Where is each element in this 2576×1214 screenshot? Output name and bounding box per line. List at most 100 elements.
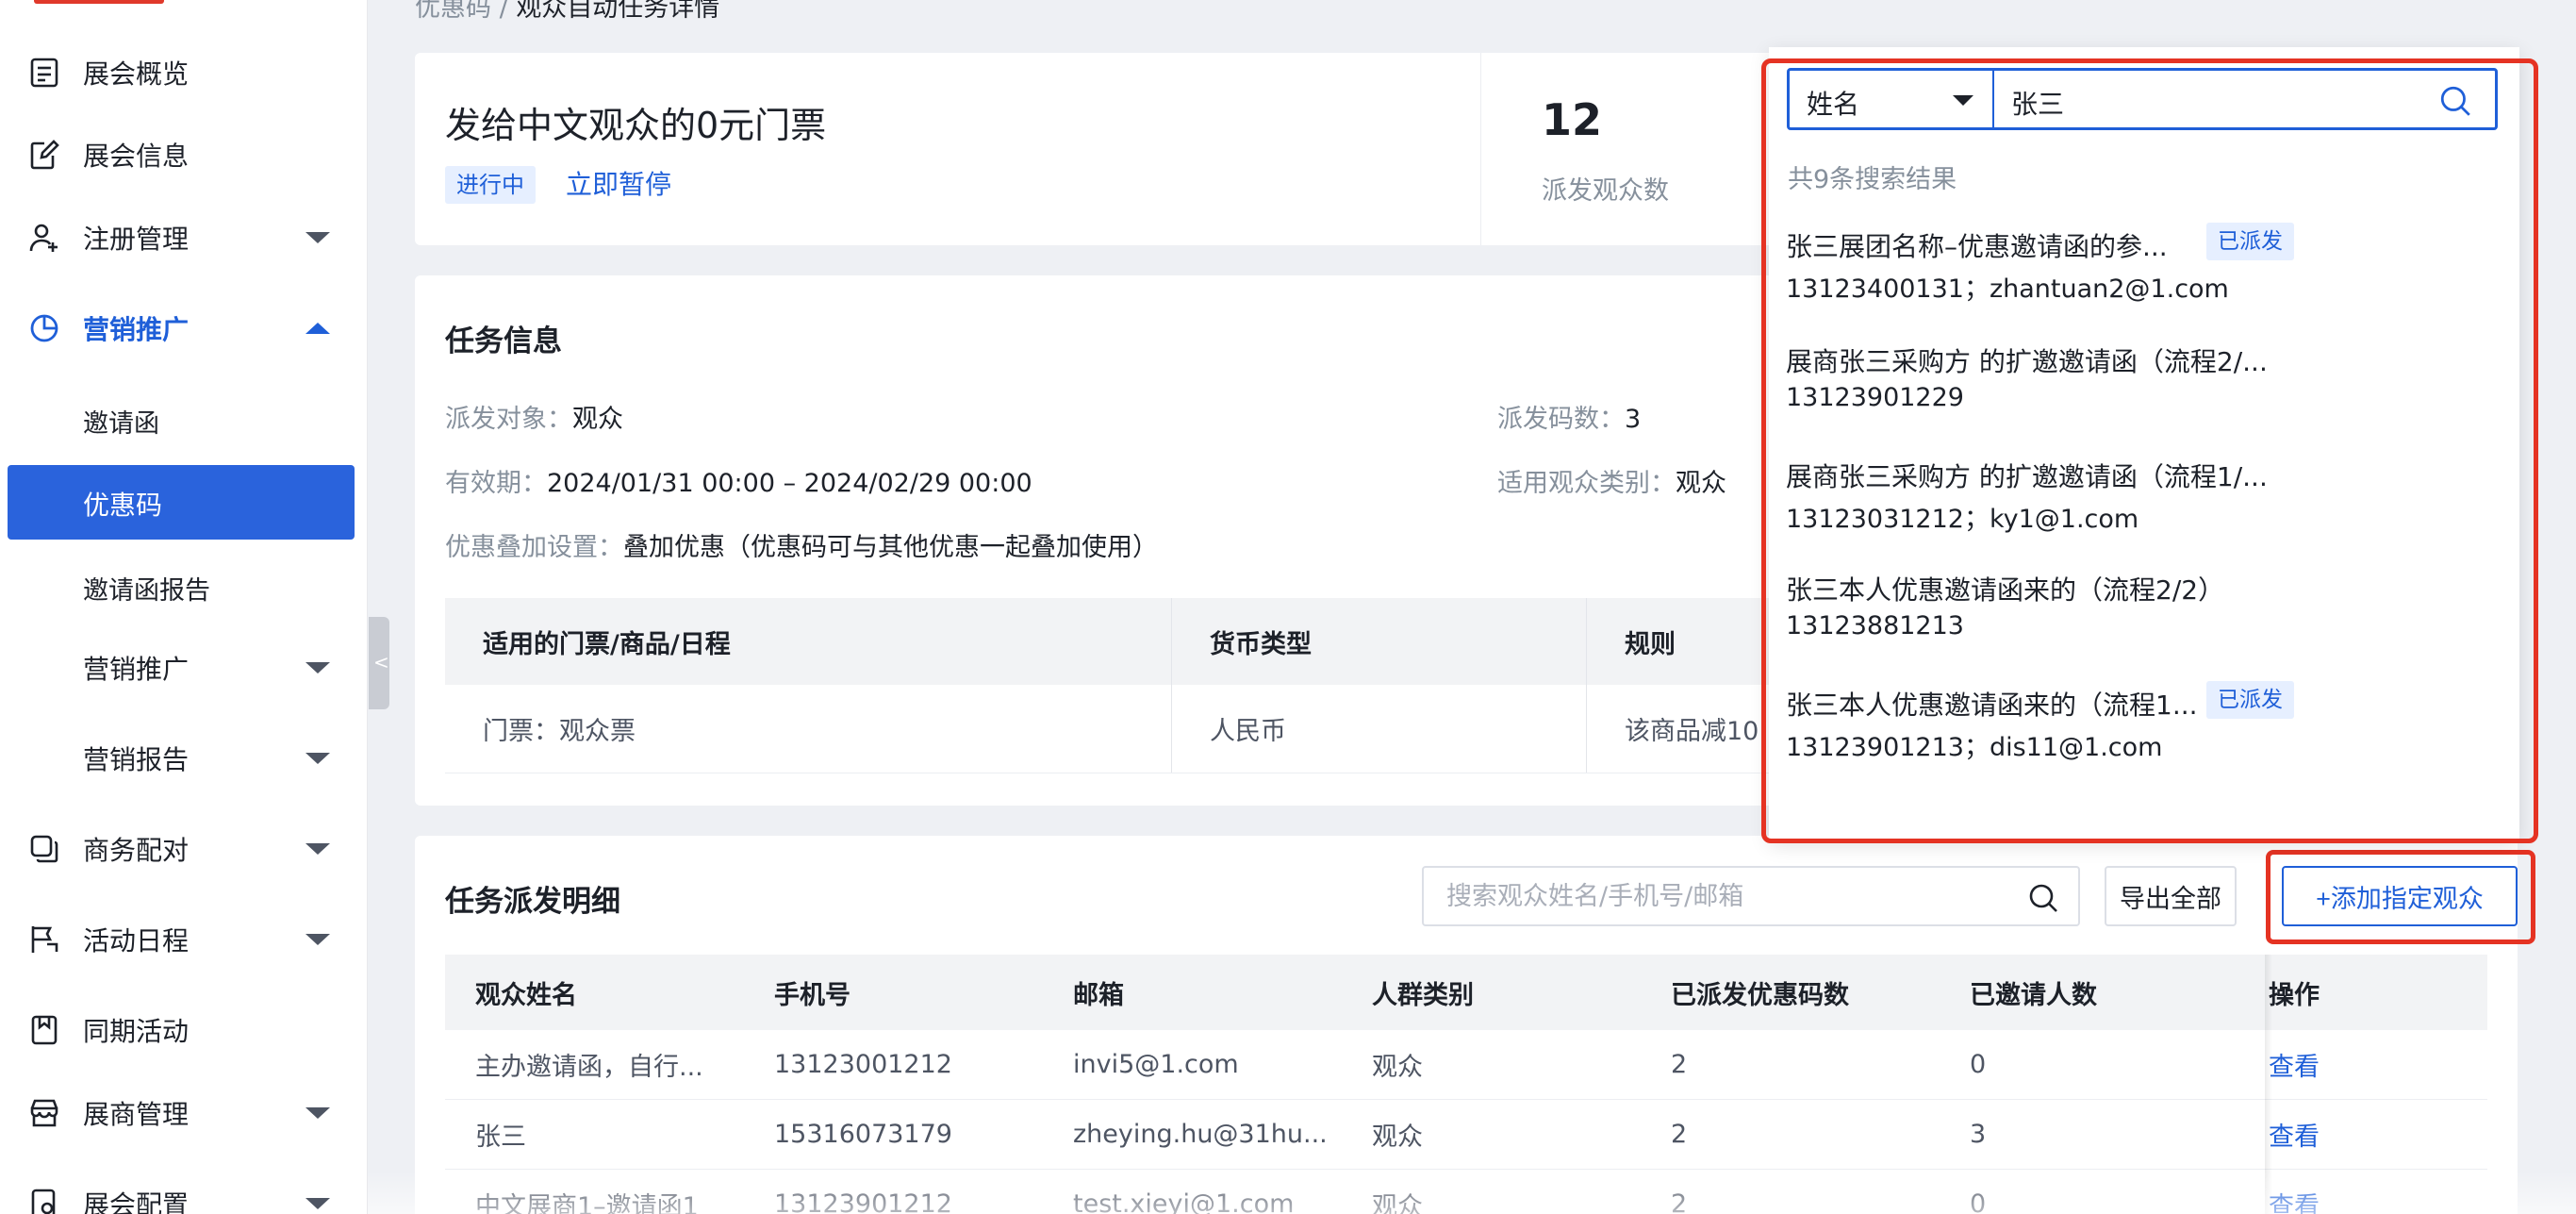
distribution-detail-card: 任务派发明细 导出全部 +添加指定观众 观众姓名 手机号 邮箱 人群类别 已派发… [415,836,2518,1214]
info-target: 派发对象：观众 [445,398,623,435]
chevron-left-icon: < [373,651,389,674]
audience-search-field[interactable] [1422,866,2080,926]
pause-link[interactable]: 立即暂停 [566,166,671,204]
breadcrumb-current: 观众自动任务详情 [516,0,720,23]
column-header: 已派发优惠码数 [1671,980,1849,1010]
table-row: 中文展商1–邀请函1 13123901212 test.xieyi@1.com … [445,1170,2487,1214]
view-link[interactable]: 查看 [2269,1030,2320,1099]
column-divider [1171,685,1172,773]
table-cell: invi5@1.com [1073,1050,1239,1079]
sidebar-item-label: 注册管理 [83,224,190,255]
column-header: 手机号 [774,980,850,1010]
table-cell: 观众 [1372,1192,1423,1214]
view-link[interactable]: 查看 [2269,1100,2320,1169]
sidebar-subitem-coupon[interactable]: 优惠码 [8,465,355,540]
info-key: 有效期： [445,469,547,498]
sidebar-item-label: 展会信息 [83,141,190,172]
info-key: 派发对象： [445,405,572,434]
distributed-count-label: 派发观众数 [1542,176,1669,206]
table-cell: 门票：观众票 [483,717,636,746]
chevron-down-icon[interactable] [305,232,330,243]
chevron-down-icon[interactable] [305,662,330,674]
sidebar-subitem-promotion[interactable]: 营销推广 [0,630,368,706]
sidebar-item-label: 营销推广 [83,314,190,345]
table-cell: 人民币 [1210,717,1286,746]
table-cell: 0 [1970,1050,1987,1079]
column-header: 规则 [1625,629,1676,659]
table-cell: 13123001212 [774,1050,952,1079]
sidebar-item-concurrent[interactable]: 同期活动 [0,992,368,1068]
search-icon[interactable] [2027,882,2059,914]
table-header: 观众姓名 手机号 邮箱 人群类别 已派发优惠码数 已邀请人数 操作 [445,955,2487,1030]
info-key: 适用观众类别： [1497,469,1676,498]
column-divider [1171,598,1172,685]
column-header: 观众姓名 [475,980,577,1010]
info-value: 叠加优惠（优惠码可与其他优惠一起叠加使用） [623,533,1158,562]
pie-chart-icon [30,314,58,342]
sidebar: 展会概览 展会信息 注册管理 营销推广 邀请函 优惠码 邀请函报告 营销推广 营… [0,0,368,1214]
chevron-down-icon[interactable] [305,1198,330,1209]
info-code-count: 派发码数：3 [1497,398,1641,435]
column-header: 适用的门票/商品/日程 [483,629,731,659]
chevron-down-icon[interactable] [305,753,330,764]
table-cell: 2 [1671,1189,1688,1214]
annotation-highlight-box [2266,850,2535,944]
table-cell: 13123901212 [774,1189,952,1214]
table-row: 主办邀请函，自行... 13123001212 invi5@1.com 观众 2… [445,1030,2487,1100]
table-cell: 观众 [1372,1053,1423,1082]
info-key: 优惠叠加设置： [445,533,623,562]
sidebar-item-exhibitors[interactable]: 展商管理 [0,1075,368,1151]
sidebar-subitem-invitation-report[interactable]: 邀请函报告 [83,570,210,607]
info-value: 2024/01/31 00:00 – 2024/02/29 00:00 [547,469,1032,498]
chevron-down-icon[interactable] [305,843,330,855]
audience-search-input[interactable] [1446,875,2012,917]
chevron-down-icon[interactable] [305,1107,330,1119]
sidebar-item-matching[interactable]: 商务配对 [0,811,368,887]
copy-icon [30,835,58,863]
sidebar-collapse-handle[interactable]: < [369,617,389,709]
table-cell: test.xieyi@1.com [1073,1189,1295,1214]
bookmark-icon [31,1015,58,1045]
breadcrumb-separator: / [499,0,508,23]
sidebar-item-config[interactable]: 展会配置 [0,1166,368,1214]
view-link[interactable]: 查看 [2269,1170,2320,1214]
info-value: 3 [1625,405,1642,434]
column-divider [1586,598,1587,685]
sidebar-item-overview[interactable]: 展会概览 [0,35,368,110]
chevron-up-icon[interactable] [305,323,330,334]
column-header: 人群类别 [1372,980,1474,1010]
export-all-button[interactable]: 导出全部 [2105,866,2237,926]
sidebar-item-marketing[interactable]: 营销推广 [0,291,368,366]
sidebar-item-schedule[interactable]: 活动日程 [0,902,368,977]
table-cell: 中文展商1–邀请函1 [475,1192,699,1214]
column-header: 货币类型 [1210,629,1312,659]
table-cell: 3 [1970,1120,1987,1149]
distributed-count-value: 12 [1542,94,1603,145]
table-cell: 2 [1671,1050,1688,1079]
info-stacking: 优惠叠加设置：叠加优惠（优惠码可与其他优惠一起叠加使用） [445,526,1158,563]
table-row: 张三 15316073179 zheying.hu@31hu... 观众 2 3… [445,1100,2487,1170]
sidebar-subitem-invitation[interactable]: 邀请函 [83,403,159,440]
table-cell: 该商品减10. [1625,717,1767,746]
sidebar-item-label: 商务配对 [83,835,190,866]
sidebar-subitem-marketing-report[interactable]: 营销报告 [0,721,368,796]
column-header: 邮箱 [1073,980,1124,1010]
store-icon [30,1099,58,1127]
task-title: 发给中文观众的0元门票 [445,105,827,146]
fixed-column-shadow [2265,955,2272,1214]
annotation-highlight-box [1761,58,2538,843]
table-cell: 15316073179 [774,1120,952,1149]
section-title: 任务派发明细 [445,885,620,919]
sidebar-item-label: 展商管理 [83,1099,190,1130]
sidebar-subitem-label: 营销推广 [83,654,190,685]
sidebar-item-registration[interactable]: 注册管理 [0,200,368,275]
status-badge: 进行中 [445,166,536,204]
sidebar-item-info[interactable]: 展会信息 [0,117,368,192]
flag-icon [31,926,58,953]
section-title: 任务信息 [445,324,562,358]
chevron-down-icon[interactable] [305,934,330,945]
breadcrumb-parent[interactable]: 优惠码 [415,0,491,23]
breadcrumb: 优惠码 / 观众自动任务详情 [415,0,719,24]
info-audience-category: 适用观众类别：观众 [1497,462,1726,499]
divider [1480,53,1481,245]
